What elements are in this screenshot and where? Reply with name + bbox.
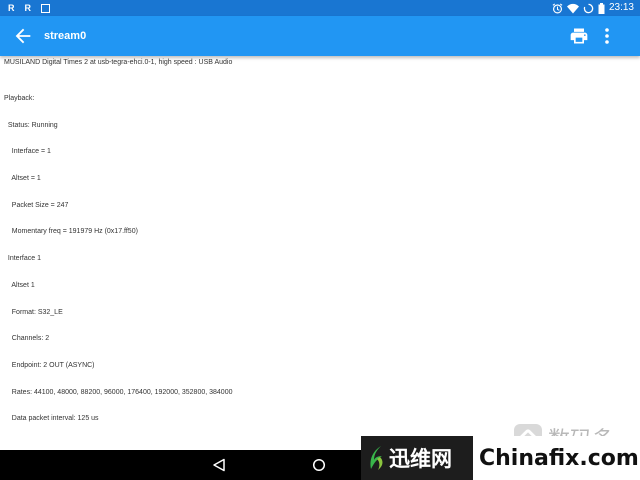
- arrow-back-icon[interactable]: [12, 25, 34, 47]
- battery-icon: [598, 2, 605, 14]
- chinafix-logo-icon: [370, 446, 383, 470]
- notification-r-1: R: [8, 3, 15, 13]
- info-line: Packet Size = 247: [4, 201, 69, 209]
- page-title: stream0: [44, 30, 87, 42]
- stream-info: Playback: Status: Running Interface = 1 …: [4, 77, 624, 433]
- nav-home-icon[interactable]: [312, 458, 326, 472]
- info-line: Altset = 1: [4, 174, 41, 182]
- status-notifications: R R: [8, 2, 50, 14]
- alarm-icon: [552, 2, 563, 13]
- info-line: Rates: 44100, 48000, 88200, 96000, 17640…: [4, 388, 233, 396]
- info-line: Channels: 2: [4, 335, 50, 343]
- watermark-chinafix: 迅维网 Chinafix.com: [361, 436, 640, 480]
- info-line: Endpoint: 2 OUT (ASYNC): [4, 362, 95, 369]
- status-bar: R R 23:13: [0, 0, 640, 16]
- info-line: Altset 1: [4, 281, 35, 289]
- notification-box-icon: [41, 4, 50, 13]
- sync-icon: [583, 3, 594, 13]
- watermark-brand-2-site: Chinafix.com: [479, 445, 639, 471]
- info-line: Playback:: [4, 94, 35, 102]
- info-line: Interface 1: [4, 255, 41, 263]
- watermark-chinafix-light: Chinafix.com: [473, 436, 640, 480]
- info-line: Momentary freq = 191979 Hz (0x17.ff50): [4, 228, 138, 236]
- nav-back-icon[interactable]: [212, 458, 226, 472]
- watermark-brand-2-cn: 迅维网: [389, 447, 452, 471]
- info-line: Format: S32_LE: [4, 308, 63, 316]
- watermark-chinafix-dark: 迅维网: [361, 436, 473, 480]
- info-line: Interface = 1: [4, 148, 51, 156]
- status-time: 23:13: [608, 2, 634, 13]
- notification-r-2: R: [24, 3, 32, 13]
- info-line: Status: Running: [4, 121, 58, 129]
- app-bar: stream0: [0, 16, 640, 56]
- device-header: MUSILAND Digital Times 2 at usb-tegra-eh…: [4, 59, 233, 66]
- more-vert-icon[interactable]: [600, 26, 614, 46]
- wifi-icon: [566, 3, 579, 13]
- status-system-icons: 23:13: [552, 1, 634, 15]
- print-icon[interactable]: [569, 26, 589, 46]
